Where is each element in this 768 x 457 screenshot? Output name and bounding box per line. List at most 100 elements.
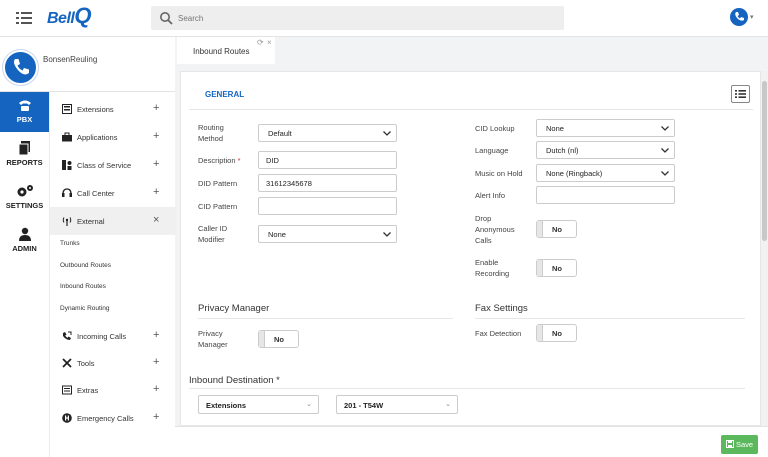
nav-label: REPORTS [6, 158, 43, 167]
drop-anonymous-calls-toggle[interactable]: No [536, 220, 577, 238]
nav-pbx[interactable]: PBX [0, 92, 49, 132]
enable-recording-toggle[interactable]: No [536, 259, 577, 277]
sidebar-item-class-of-service[interactable]: Class of Service + [50, 151, 176, 179]
nav-admin[interactable]: ADMIN [0, 221, 49, 261]
select-value: Extensions [206, 401, 247, 410]
toggle-knob [537, 325, 543, 341]
language-select[interactable]: Dutch (nl) [536, 141, 675, 159]
destination-type-select[interactable]: Extensions ⌄ [198, 395, 319, 414]
expand-icon[interactable]: + [153, 130, 159, 142]
nav-label: ADMIN [12, 244, 37, 253]
music-on-hold-label: Music on Hold [475, 169, 523, 178]
expand-icon[interactable]: + [153, 102, 159, 114]
sidebar-item-call-center[interactable]: Call Center + [50, 179, 176, 207]
did-pattern-input[interactable]: 31612345678 [258, 174, 397, 192]
tab-inbound-routes[interactable]: Inbound Routes ⟳ × [177, 37, 275, 64]
sidebar-item-label: Emergency Calls [77, 414, 134, 423]
sidebar-subitem-outbound-routes[interactable]: Outbound Routes [60, 262, 111, 269]
incoming-calls-icon [63, 331, 72, 340]
chevron-down-icon [661, 148, 669, 153]
cid-pattern-input[interactable] [258, 197, 397, 215]
refresh-icon[interactable]: ⟳ [257, 38, 264, 47]
nav-reports[interactable]: REPORTS [0, 135, 49, 175]
chevron-down-icon [661, 171, 669, 176]
description-input[interactable]: DID [258, 151, 397, 169]
destination-target-select[interactable]: 201 - T54W ⌄ [336, 395, 458, 414]
cid-lookup-label: CID Lookup [475, 124, 515, 133]
sidebar-item-applications[interactable]: Applications + [50, 123, 176, 151]
app-logo[interactable]: BellQ [47, 3, 91, 29]
fax-detection-toggle[interactable]: No [536, 324, 577, 342]
chevron-down-icon: ⌄ [445, 401, 451, 408]
routing-method-select[interactable]: Default [258, 124, 397, 142]
expand-icon[interactable]: + [153, 383, 159, 395]
phone-icon [18, 100, 31, 111]
sidebar-item-incoming-calls[interactable]: Incoming Calls + [50, 322, 176, 350]
scrollbar-thumb[interactable] [762, 81, 767, 241]
chevron-down-icon [383, 131, 391, 136]
toggle-knob [259, 331, 265, 347]
gears-icon [17, 185, 33, 197]
antenna-icon [62, 217, 72, 226]
caller-id-modifier-select[interactable]: None [258, 225, 397, 243]
search-bar[interactable] [151, 6, 564, 30]
menu-list-icon[interactable] [16, 11, 32, 25]
music-on-hold-select[interactable]: None (Ringback) [536, 164, 675, 182]
toggle-knob [537, 221, 543, 237]
description-label: Description * [198, 155, 241, 166]
tab-label: Inbound Routes [193, 47, 250, 56]
tab-general[interactable]: GENERAL [205, 90, 244, 99]
collapse-icon[interactable]: × [153, 214, 159, 226]
headset-icon [62, 188, 72, 197]
cid-pattern-label: CID Pattern [198, 202, 238, 211]
privacy-manager-label: Privacy Manager [198, 329, 228, 349]
select-value: Default [268, 129, 292, 138]
avatar[interactable] [3, 50, 38, 85]
scrollbar[interactable] [761, 71, 768, 426]
list-view-button[interactable] [731, 85, 750, 103]
emergency-icon [62, 413, 72, 423]
toggle-state: No [552, 225, 562, 234]
chevron-down-icon[interactable]: ▾ [750, 13, 754, 21]
sidebar-item-emergency-calls[interactable]: Emergency Calls + [50, 404, 176, 432]
sidebar-item-extras[interactable]: Extras + [50, 376, 176, 404]
admin-icon [18, 227, 31, 241]
sidebar-subitem-trunks[interactable]: Trunks [60, 240, 80, 247]
select-value: Dutch (nl) [546, 146, 579, 155]
cid-lookup-select[interactable]: None [536, 119, 675, 137]
expand-icon[interactable]: + [153, 411, 159, 423]
save-button[interactable]: Save [721, 435, 758, 454]
sub-nav-sidebar: Extensions + Applications + Class of Ser… [49, 92, 176, 457]
tools-icon [62, 358, 72, 368]
drop-anonymous-calls-label: Drop Anonymous Calls [475, 214, 515, 245]
save-label: Save [736, 440, 754, 449]
divider [189, 388, 745, 389]
sidebar-item-label: Extensions [77, 105, 114, 114]
sidebar-item-tools[interactable]: Tools + [50, 349, 176, 377]
sidebar-item-external[interactable]: External × [50, 207, 176, 235]
expand-icon[interactable]: + [153, 356, 159, 368]
sidebar-item-label: Class of Service [77, 161, 132, 170]
divider [198, 318, 453, 319]
caller-id-modifier-label: Caller ID Modifier [198, 224, 228, 244]
sidebar-item-label: Applications [77, 133, 118, 142]
top-bar: BellQ ▾ [0, 0, 768, 37]
fax-detection-label: Fax Detection [475, 329, 522, 338]
class-of-service-icon [62, 160, 72, 170]
search-input[interactable] [178, 10, 548, 26]
sidebar-subitem-inbound-routes[interactable]: Inbound Routes [60, 283, 106, 290]
alert-info-input[interactable] [536, 186, 675, 204]
sidebar-item-extensions[interactable]: Extensions + [50, 95, 176, 123]
expand-icon[interactable]: + [153, 186, 159, 198]
did-pattern-label: DID Pattern [198, 179, 238, 188]
required-marker: * [276, 375, 280, 386]
sidebar-subitem-dynamic-routing[interactable]: Dynamic Routing [60, 305, 110, 312]
nav-settings[interactable]: SETTINGS [0, 178, 49, 218]
divider [475, 318, 745, 319]
expand-icon[interactable]: + [153, 158, 159, 170]
privacy-manager-toggle[interactable]: No [258, 330, 299, 348]
sidebar-item-label: Extras [77, 386, 99, 395]
close-icon[interactable]: × [267, 38, 272, 47]
user-menu-button[interactable] [730, 8, 748, 26]
expand-icon[interactable]: + [153, 329, 159, 341]
